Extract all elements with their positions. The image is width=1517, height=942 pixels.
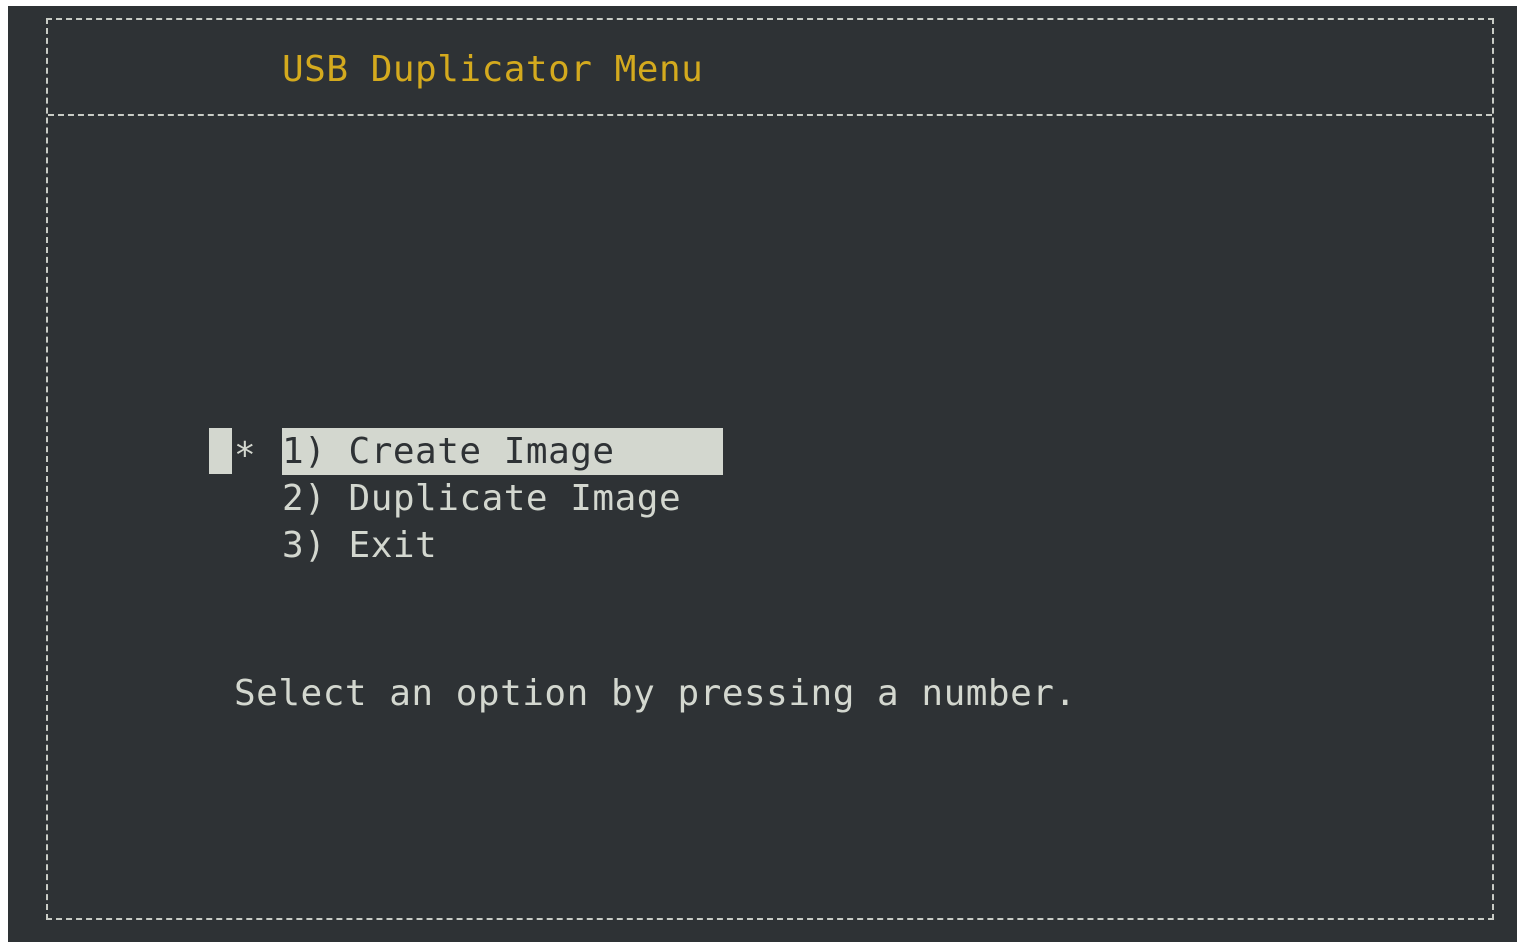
instruction-text: Select an option by pressing a number. [234,673,1077,714]
menu-title: USB Duplicator Menu [282,49,704,90]
menu-item-exit[interactable]: 3) Exit [282,522,723,569]
terminal-window: USB Duplicator Menu * 1) Create Image 2)… [8,6,1517,942]
selection-marker: * [234,435,256,476]
text-cursor [209,428,232,474]
menu-item-duplicate-image[interactable]: 2) Duplicate Image [282,475,723,522]
dialog-frame: USB Duplicator Menu * 1) Create Image 2)… [46,18,1494,920]
header-divider [48,114,1492,116]
menu-list: 1) Create Image 2) Duplicate Image 3) Ex… [282,428,723,569]
menu-item-create-image[interactable]: 1) Create Image [282,428,723,475]
